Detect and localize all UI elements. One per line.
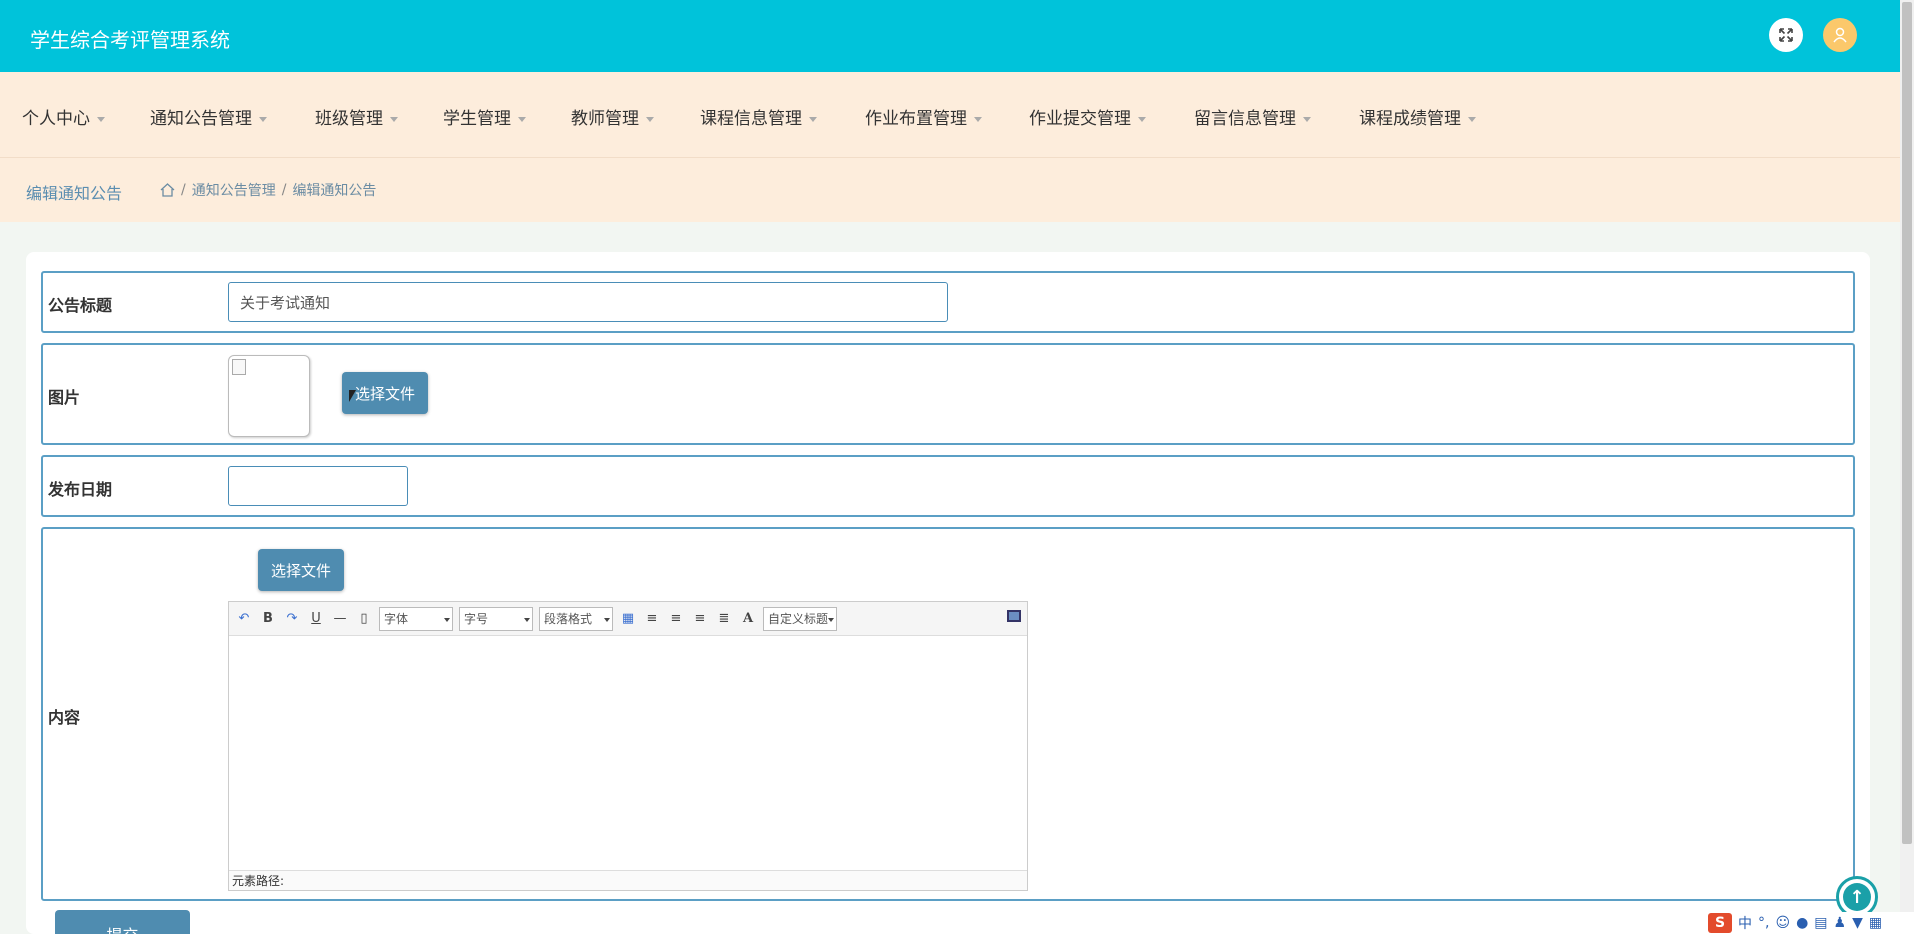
arrow-up-icon: ↑ [1843,883,1871,911]
broken-image-icon [232,359,246,375]
ime-skin-icon[interactable]: ▼ [1852,915,1863,931]
horizontal-rule-icon[interactable]: — [331,611,349,626]
breadcrumb-bar: 编辑通知公告 / 通知公告管理 / 编辑通知公告 [0,158,1900,222]
underline-icon[interactable]: U [307,611,325,626]
fullscreen-editor-icon[interactable] [1007,610,1021,622]
nav-item-student-management[interactable]: 学生管理 [443,104,526,129]
app-title: 学生综合考评管理系统 [30,28,230,52]
page-title: 编辑通知公告 [26,184,123,203]
breadcrumb: / 通知公告管理 / 编辑通知公告 [160,180,376,200]
image-preview [228,355,310,437]
chevron-down-icon [1303,116,1311,122]
nav-label: 通知公告管理 [150,109,252,129]
main-nav: 个人中心 通知公告管理 班级管理 学生管理 教师管理 课程信息管理 作业布置管理… [0,72,1900,158]
nav-item-homework-assign-management[interactable]: 作业布置管理 [865,104,982,129]
chevron-down-icon [809,116,817,122]
font-family-select[interactable]: 字体 [379,606,453,631]
form-row-date: 发布日期 [41,455,1855,517]
paragraph-format-select[interactable]: 段落格式 [539,606,613,631]
nav-item-notice-management[interactable]: 通知公告管理 [150,104,267,129]
nav-item-personal-center[interactable]: 个人中心 [22,104,105,129]
page-scrollbar[interactable] [1900,0,1914,934]
form-row-image: 图片 选择文件 [41,343,1855,445]
nav-label: 留言信息管理 [1194,109,1296,129]
nav-label: 作业提交管理 [1029,109,1131,129]
chevron-down-icon [97,116,105,122]
nav-item-message-management[interactable]: 留言信息管理 [1194,104,1311,129]
editor-element-path: 元素路径: [229,870,1027,890]
scrollbar-thumb[interactable] [1902,2,1912,844]
nav-label: 课程信息管理 [700,109,802,129]
breadcrumb-link-notice[interactable]: 通知公告管理 [192,180,276,200]
ime-mic-icon[interactable]: ● [1796,915,1808,931]
ime-mode-indicator[interactable]: 中 [1738,913,1752,933]
form-row-title: 公告标题 [41,271,1855,333]
fullscreen-button[interactable] [1769,18,1803,52]
editor-toolbar: ↶ B ↷ U — ▯ 字体 字号 段落格式 ▦ ≡ ≡ ≡ ≣ A 自定义标题 [229,602,1027,636]
ime-toolbar: S 中 °, ☺ ● ▤ ♟ ▼ ▦ [1708,912,1914,934]
nav-item-grade-management[interactable]: 课程成绩管理 [1359,104,1476,129]
document-icon[interactable]: ▯ [355,611,373,626]
ime-keyboard-icon[interactable]: ▤ [1814,915,1827,931]
nav-label: 班级管理 [315,109,383,129]
nav-label: 作业布置管理 [865,109,967,129]
user-icon [1833,27,1847,43]
ime-user-icon[interactable]: ♟ [1834,915,1847,931]
nav-item-class-management[interactable]: 班级管理 [315,104,398,129]
font-size-select[interactable]: 字号 [459,606,533,631]
align-right-icon[interactable]: ≡ [667,611,685,626]
align-left-icon[interactable]: ≡ [643,611,661,626]
align-center-icon[interactable]: ≡ [691,611,709,626]
image-label: 图片 [48,388,81,407]
breadcrumb-separator: / [181,182,186,198]
nav-label: 课程成绩管理 [1359,109,1461,129]
ime-emoji-icon[interactable]: ☺ [1775,915,1790,931]
rich-text-editor: ↶ B ↷ U — ▯ 字体 字号 段落格式 ▦ ≡ ≡ ≡ ≣ A 自定义标题… [228,601,1028,891]
content-label: 内容 [48,708,81,727]
ime-punctuation-icon[interactable]: °, [1758,915,1769,931]
chevron-down-icon [646,116,654,122]
home-icon[interactable] [160,183,175,197]
nav-label: 个人中心 [22,109,90,129]
nav-label: 学生管理 [443,109,511,129]
chevron-down-icon [518,116,526,122]
redo-icon[interactable]: ↷ [283,611,301,626]
chevron-down-icon [1468,116,1476,122]
nav-item-teacher-management[interactable]: 教师管理 [571,104,654,129]
expand-icon [1779,28,1793,42]
submit-button[interactable]: 提交 [55,910,190,934]
publish-date-input[interactable] [228,466,408,506]
title-label: 公告标题 [48,296,113,315]
chevron-down-icon [1138,116,1146,122]
undo-icon[interactable]: ↶ [235,611,253,626]
chevron-down-icon [390,116,398,122]
custom-title-select[interactable]: 自定义标题 [763,606,837,631]
nav-label: 教师管理 [571,109,639,129]
bold-icon[interactable]: B [259,611,277,626]
title-input[interactable] [228,282,948,322]
ime-logo-icon[interactable]: S [1708,913,1732,933]
breadcrumb-current: 编辑通知公告 [292,183,377,199]
date-label: 发布日期 [48,480,113,499]
chevron-down-icon [974,116,982,122]
ime-grid-icon[interactable]: ▦ [1869,915,1882,931]
nav-item-homework-submit-management[interactable]: 作业提交管理 [1029,104,1146,129]
editor-content-area[interactable] [229,636,1027,870]
mouse-cursor-icon [349,390,356,402]
chevron-down-icon [259,116,267,122]
choose-content-file-button[interactable]: 选择文件 [258,549,344,591]
breadcrumb-separator: / [281,182,287,198]
top-header: 学生综合考评管理系统 [0,0,1900,72]
avatar-button[interactable] [1823,18,1857,52]
form-row-content: 内容 选择文件 ↶ B ↷ U — ▯ 字体 字号 段落格式 ▦ ≡ ≡ ≡ ≣… [41,527,1855,901]
nav-item-course-info-management[interactable]: 课程信息管理 [700,104,817,129]
justify-icon[interactable]: ≣ [715,611,733,626]
font-color-icon[interactable]: A [739,611,757,626]
table-icon[interactable]: ▦ [619,611,637,626]
